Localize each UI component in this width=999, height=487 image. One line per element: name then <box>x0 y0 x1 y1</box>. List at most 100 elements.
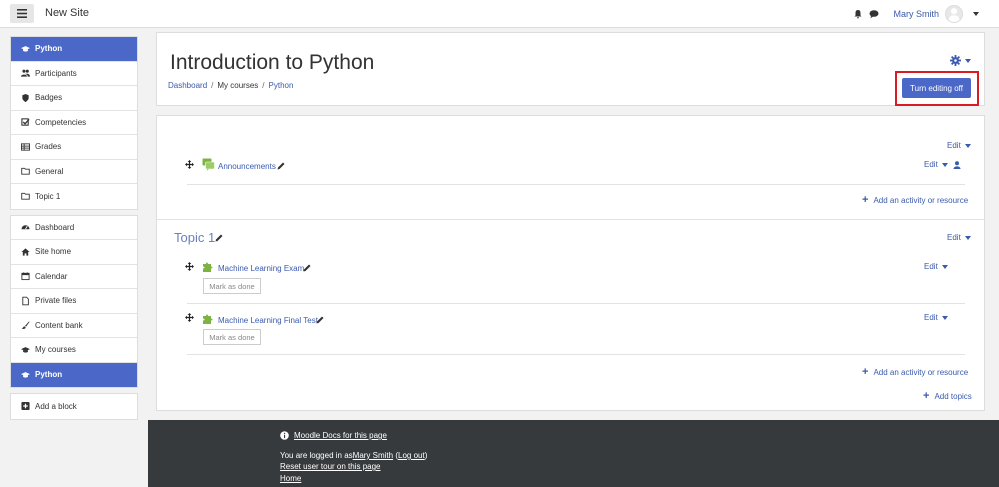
drawer-item-label: Participants <box>35 68 77 78</box>
reset-user-tour-link[interactable]: Reset user tour on this page <box>280 462 381 471</box>
drawer-item-label: My courses <box>35 345 76 355</box>
drawer-item-grades[interactable]: Grades <box>11 135 137 160</box>
plus-icon: + <box>862 194 869 206</box>
user-menu-name[interactable]: Mary Smith <box>893 9 939 19</box>
drawer-item-label: Dashboard <box>35 222 75 232</box>
drawer-item-my-courses[interactable]: My courses <box>11 338 137 363</box>
chevron-down-icon <box>965 58 971 63</box>
plus-icon: + <box>923 390 930 402</box>
drawer-item-label: Competencies <box>35 117 87 127</box>
activity-announcements-link[interactable]: Announcements <box>218 162 276 171</box>
pencil-icon[interactable] <box>277 162 285 170</box>
gear-icon <box>950 55 961 66</box>
drawer-item-site-home[interactable]: Site home <box>11 240 137 265</box>
graduation-cap-icon <box>21 345 30 354</box>
drawer-item-python-mycourse[interactable]: Python <box>11 362 137 387</box>
avatar[interactable] <box>945 5 963 23</box>
home-icon <box>21 247 30 256</box>
drawer-toggle-button[interactable] <box>10 4 34 23</box>
calendar-icon <box>21 272 30 281</box>
section-title-topic-1[interactable]: Topic 1 <box>174 230 215 245</box>
activity-edit-menu[interactable]: Edit <box>924 262 948 271</box>
chevron-down-icon <box>941 264 948 269</box>
drawer-item-label: Calendar <box>35 271 68 281</box>
footer-user-link[interactable]: Mary Smith <box>353 451 393 460</box>
drawer-item-badges[interactable]: Badges <box>11 86 137 111</box>
breadcrumb-separator: / <box>262 81 265 90</box>
folder-icon <box>21 167 30 176</box>
user-icon[interactable] <box>953 160 961 169</box>
add-activity-topic1-button[interactable]: + Add an activity or resource <box>862 367 968 378</box>
edit-label: Edit <box>924 160 938 169</box>
drawer-site-group: Dashboard Site home Calendar Private fil… <box>10 214 138 388</box>
move-icon[interactable] <box>185 160 194 169</box>
activity-edit-menu[interactable]: Edit <box>924 160 961 169</box>
info-circle-icon <box>280 431 289 440</box>
course-settings-menu[interactable] <box>950 55 971 66</box>
drawer-item-label: Content bank <box>35 320 83 330</box>
add-activity-label: Add an activity or resource <box>873 368 969 377</box>
nav-drawer: Python Participants Badges Competencies … <box>10 36 138 425</box>
chevron-down-icon <box>941 315 948 320</box>
drawer-item-participants[interactable]: Participants <box>11 62 137 86</box>
drawer-item-label: Private files <box>35 296 77 306</box>
move-icon[interactable] <box>185 313 194 322</box>
move-icon[interactable] <box>185 262 194 271</box>
drawer-course-group: Python Participants Badges Competencies … <box>10 36 138 210</box>
forum-icon <box>202 158 215 171</box>
logout-link[interactable]: Log out <box>398 451 425 460</box>
pencil-icon[interactable] <box>316 316 324 324</box>
moodle-docs-link[interactable]: Moodle Docs for this page <box>294 431 387 440</box>
page-title: Introduction to Python <box>170 51 375 74</box>
paren-close: ) <box>424 451 428 460</box>
add-activity-general-button[interactable]: + Add an activity or resource <box>862 195 968 206</box>
drawer-item-label: Site home <box>35 247 72 257</box>
breadcrumb-dashboard[interactable]: Dashboard <box>168 81 207 90</box>
footer-home-link[interactable]: Home <box>280 474 301 483</box>
add-topics-label: Add topics <box>934 392 972 401</box>
drawer-item-private-files[interactable]: Private files <box>11 289 137 314</box>
mark-as-done-button[interactable]: Mark as done <box>203 278 261 294</box>
mark-as-done-button[interactable]: Mark as done <box>203 329 261 345</box>
bell-icon[interactable] <box>853 9 863 19</box>
divider <box>187 184 965 185</box>
activity-ml-final-test-link[interactable]: Machine Learning Final Test <box>218 316 318 325</box>
drawer-item-label: General <box>35 166 64 176</box>
drawer-item-dashboard[interactable]: Dashboard <box>11 216 137 240</box>
folder-icon <box>21 192 30 201</box>
drawer-item-content-bank[interactable]: Content bank <box>11 314 137 338</box>
breadcrumb-python[interactable]: Python <box>269 81 294 90</box>
drawer-item-topic-1[interactable]: Topic 1 <box>11 184 137 209</box>
breadcrumb-my-courses[interactable]: My courses <box>217 81 258 90</box>
drawer-item-python-course[interactable]: Python <box>11 37 137 62</box>
activity-edit-menu[interactable]: Edit <box>924 313 948 322</box>
table-icon <box>21 142 30 151</box>
pencil-icon[interactable] <box>303 264 311 272</box>
divider <box>187 303 965 304</box>
activity-ml-exam-link[interactable]: Machine Learning Exam <box>218 264 304 273</box>
chevron-down-icon <box>964 235 971 240</box>
user-menu-caret-icon[interactable] <box>973 12 979 16</box>
drawer-item-competencies[interactable]: Competencies <box>11 111 137 135</box>
drawer-item-label: Python <box>35 44 63 54</box>
breadcrumb-separator: / <box>211 81 214 90</box>
drawer-item-calendar[interactable]: Calendar <box>11 265 137 289</box>
add-block-button[interactable]: Add a block <box>11 394 137 419</box>
add-activity-label: Add an activity or resource <box>873 196 969 205</box>
pencil-icon[interactable] <box>215 234 223 242</box>
hamburger-icon <box>17 9 27 18</box>
site-name-link[interactable]: New Site <box>45 7 89 19</box>
turn-editing-off-button[interactable]: Turn editing off <box>902 78 971 98</box>
drawer-item-general[interactable]: General <box>11 160 137 184</box>
breadcrumb: Dashboard / My courses / Python <box>168 81 293 90</box>
edit-label: Edit <box>924 262 938 271</box>
section-edit-menu[interactable]: Edit <box>947 141 971 150</box>
divider <box>187 354 965 355</box>
add-topics-button[interactable]: + Add topics <box>923 391 972 402</box>
section-edit-menu[interactable]: Edit <box>947 233 971 242</box>
drawer-item-label: Python <box>35 370 63 380</box>
edit-label: Edit <box>947 141 961 150</box>
edit-button-highlight: Turn editing off <box>895 71 979 106</box>
chat-bubble-icon[interactable] <box>869 9 879 19</box>
logged-in-text: You are logged in as <box>280 451 353 460</box>
